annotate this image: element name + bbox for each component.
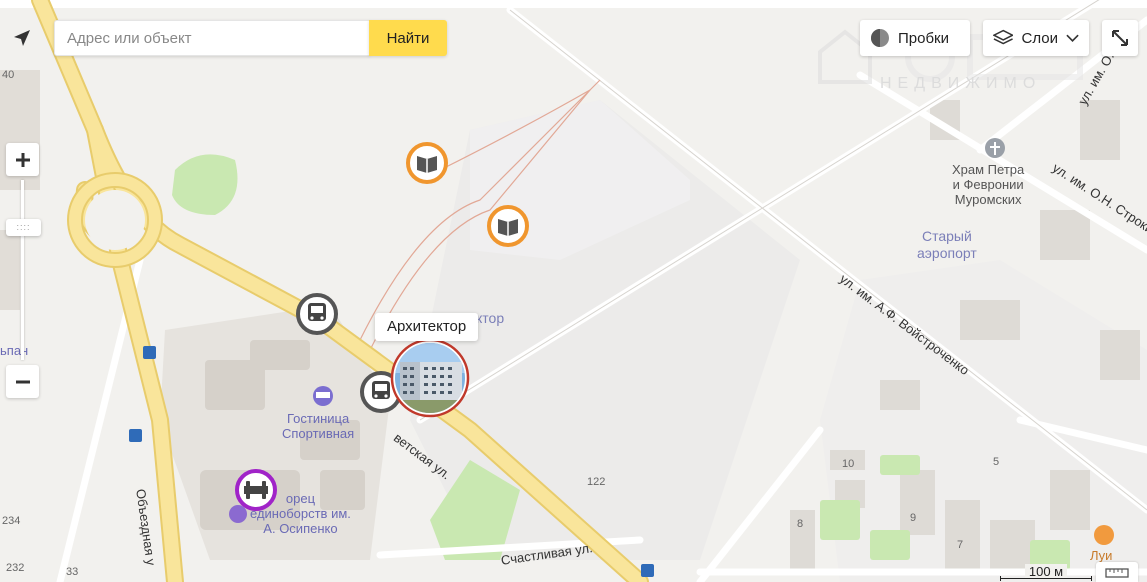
layers-icon — [993, 29, 1014, 45]
traffic-light-icon — [871, 29, 889, 47]
bus-stop-marker-icon[interactable] — [296, 293, 338, 335]
ruler-icon — [1105, 568, 1129, 578]
zoom-slider-handle[interactable]: :::: — [6, 219, 41, 236]
map-scale: 100 м — [1000, 564, 1092, 582]
scale-bar — [1000, 576, 1092, 581]
house-number: 5 — [993, 456, 1000, 468]
minus-icon — [15, 380, 30, 383]
fullscreen-button[interactable] — [1102, 20, 1138, 56]
house-number: 33 — [66, 566, 79, 578]
sport-palace-label: орец единоборств им. А. Осипенко — [250, 491, 351, 536]
selected-building-marker[interactable] — [390, 338, 470, 418]
zoom-in-button[interactable] — [6, 143, 39, 176]
house-number: 10 — [842, 458, 855, 470]
layers-button[interactable]: Слои — [983, 20, 1089, 56]
cafe-label: Луи — [1090, 548, 1113, 563]
locate-arrow-icon — [14, 30, 30, 46]
locate-button[interactable] — [6, 22, 38, 54]
hotel-label: Гостиница Спортивная — [282, 411, 355, 441]
search-field[interactable] — [54, 20, 370, 56]
district-label: Старый аэропорт — [917, 228, 977, 261]
arkhitektor-map-label: ктор — [476, 310, 505, 326]
house-number: 7 — [957, 539, 964, 551]
house-number: 234 — [2, 515, 21, 527]
church-label: Храм Петра и Февронии Муромских — [952, 162, 1025, 207]
watermark-text: НЕДВИЖИМО — [880, 75, 1042, 92]
cafe-icon[interactable] — [1094, 525, 1114, 545]
fullscreen-icon — [1112, 30, 1128, 46]
ruler-button[interactable] — [1096, 562, 1138, 582]
traffic-button[interactable]: Пробки — [860, 20, 970, 56]
education-marker-icon[interactable] — [487, 205, 529, 247]
search-input[interactable] — [55, 21, 370, 55]
zoom-out-button[interactable] — [6, 365, 39, 398]
object-tooltip: Архитектор — [375, 313, 479, 341]
layers-label: Слои — [1021, 29, 1058, 47]
education-marker-icon[interactable] — [406, 142, 448, 184]
traffic-label: Пробки — [898, 29, 949, 47]
sport-hall-icon[interactable] — [229, 505, 247, 523]
house-number: 40 — [2, 69, 15, 81]
house-number: 9 — [910, 512, 917, 524]
house-number: 232 — [6, 562, 25, 574]
search-button[interactable]: Найти — [369, 20, 447, 56]
plus-icon — [15, 152, 30, 167]
chevron-down-icon — [1066, 34, 1079, 42]
zoom-slider-track[interactable] — [21, 180, 24, 360]
house-number: 122 — [587, 476, 606, 488]
house-number: 8 — [797, 518, 804, 530]
